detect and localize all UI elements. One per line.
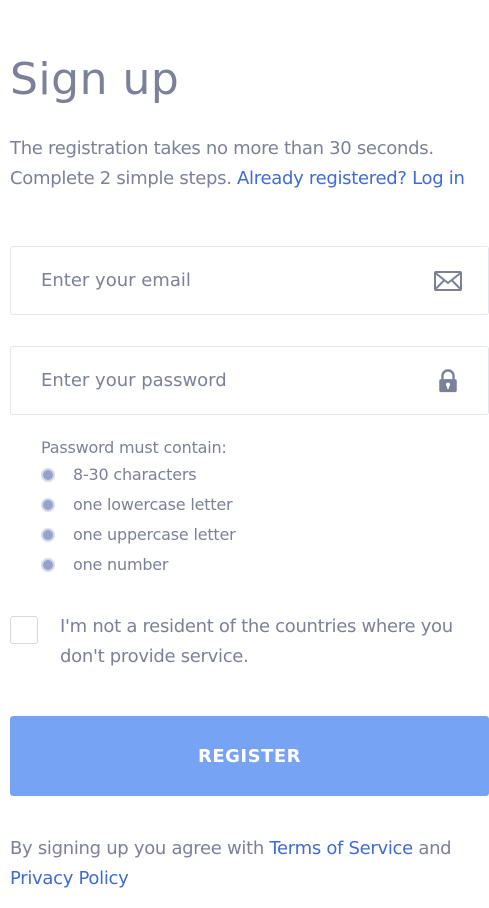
rule-label: one number xyxy=(73,555,169,574)
password-requirements: Password must contain: 8-30 characters o… xyxy=(41,436,481,580)
password-rule: 8-30 characters xyxy=(41,460,481,490)
terms-conjunction: and xyxy=(412,838,452,859)
residency-checkbox[interactable] xyxy=(10,616,38,644)
page-title: Sign up xyxy=(10,54,180,105)
password-rule: one number xyxy=(41,550,481,580)
rule-bullet-icon xyxy=(41,498,55,512)
email-field xyxy=(10,246,489,315)
intro-line-1: The registration takes no more than 30 s… xyxy=(10,138,434,159)
password-rule: one uppercase letter xyxy=(41,520,481,550)
lock-icon xyxy=(439,369,457,393)
password-rule: one lowercase letter xyxy=(41,490,481,520)
envelope-icon xyxy=(434,271,462,291)
privacy-policy-link[interactable]: Privacy Policy xyxy=(10,868,129,889)
password-input[interactable] xyxy=(11,347,441,414)
rule-bullet-icon xyxy=(41,558,55,572)
register-button[interactable]: REGISTER xyxy=(10,716,489,796)
terms-prefix: By signing up you agree with xyxy=(10,838,270,859)
rule-label: 8-30 characters xyxy=(73,465,197,484)
password-requirements-title: Password must contain: xyxy=(41,438,227,457)
intro-steps-text: Complete 2 simple steps. xyxy=(10,168,238,189)
intro-text: The registration takes no more than 30 s… xyxy=(10,134,489,194)
rule-bullet-icon xyxy=(41,468,55,482)
rule-label: one lowercase letter xyxy=(73,495,233,514)
email-input[interactable] xyxy=(11,247,441,314)
residency-label[interactable]: I'm not a resident of the countries wher… xyxy=(60,612,488,672)
login-link[interactable]: Already registered? Log in xyxy=(237,168,465,189)
rule-bullet-icon xyxy=(41,528,55,542)
intro-line-2: Complete 2 simple steps. Already registe… xyxy=(10,164,489,194)
terms-of-service-link[interactable]: Terms of Service xyxy=(269,838,413,859)
terms-notice: By signing up you agree with Terms of Se… xyxy=(10,834,489,894)
rule-label: one uppercase letter xyxy=(73,525,236,544)
password-field xyxy=(10,346,489,415)
